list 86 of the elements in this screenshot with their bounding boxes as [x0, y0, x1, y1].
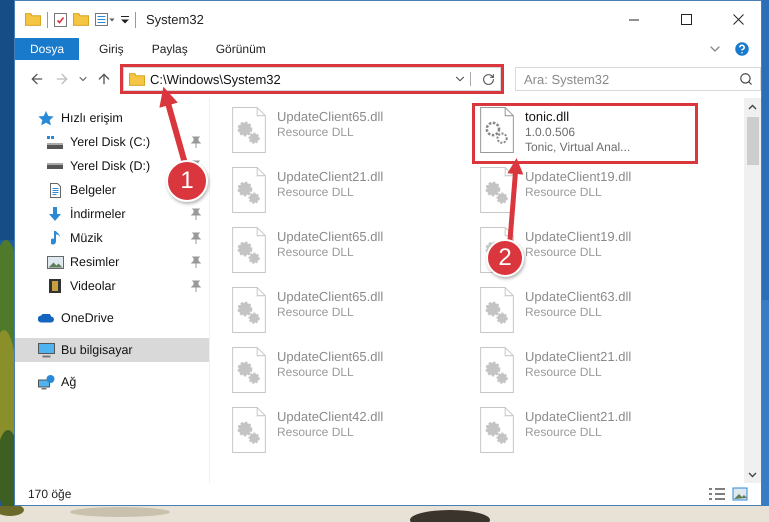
file-name: UpdateClient21.dll — [525, 409, 632, 424]
sidebar-item[interactable]: Resimler — [70, 255, 120, 269]
picture-icon — [46, 256, 64, 268]
file-detail: Resource DLL — [277, 365, 355, 379]
file-name: UpdateClient42.dll — [277, 409, 384, 424]
film-icon — [49, 279, 61, 293]
dll-file-icon — [480, 407, 514, 453]
file-name: UpdateClient65.dll — [277, 289, 384, 304]
dll-file-icon — [232, 347, 266, 393]
pin-icon — [191, 232, 201, 244]
sidebar-item[interactable]: İndirmeler — [70, 207, 126, 221]
sidebar-item[interactable]: Müzik — [70, 231, 103, 245]
star-icon — [38, 110, 54, 126]
dll-file-icon — [232, 107, 266, 153]
pin-icon — [191, 208, 201, 220]
dll-file-icon — [232, 287, 266, 333]
ribbon-tab[interactable]: Görünüm — [204, 38, 278, 60]
pin-icon — [191, 256, 201, 268]
ribbon-tab[interactable]: Dosya — [15, 38, 80, 60]
document-icon — [50, 182, 60, 198]
window-title: System32 — [146, 12, 205, 27]
file-name: UpdateClient65.dll — [277, 109, 384, 124]
scroll-up-icon[interactable] — [748, 104, 757, 110]
file-name: tonic.dll — [525, 109, 570, 124]
dll-file-icon — [480, 107, 514, 153]
sidebar-item[interactable]: Yerel Disk (C:) — [70, 135, 150, 149]
help-icon[interactable] — [733, 40, 751, 58]
minimize-icon — [629, 18, 639, 20]
ribbon-tab[interactable]: Paylaş — [140, 38, 200, 60]
file-detail: Resource DLL — [525, 185, 603, 199]
file-name: UpdateClient21.dll — [277, 169, 384, 184]
dll-file-icon — [232, 407, 266, 453]
drive-icon — [47, 163, 63, 169]
customize-arrow-icon[interactable] — [121, 16, 129, 24]
address-field[interactable]: C:\Windows\System32 — [123, 67, 501, 91]
file-detail: Resource DLL — [277, 125, 355, 139]
file-detail: Tonic, Virtual Anal... — [525, 140, 630, 154]
sidebar-item[interactable]: Belgeler — [70, 183, 116, 197]
search-field[interactable]: Ara: System32 — [515, 67, 761, 91]
sidebar-item[interactable]: OneDrive — [61, 311, 114, 325]
sidebar-item[interactable]: Hızlı erişim — [61, 111, 123, 125]
dll-file-icon — [232, 167, 266, 213]
file-name: UpdateClient19.dll — [525, 169, 632, 184]
dll-file-icon — [480, 167, 514, 213]
file-name: UpdateClient19.dll — [525, 229, 632, 244]
download-icon — [49, 207, 61, 221]
file-detail: 1.0.0.506 — [525, 125, 576, 139]
pin-icon — [191, 280, 201, 292]
refresh-icon — [482, 72, 494, 86]
close-icon — [732, 14, 744, 25]
dll-file-icon — [232, 227, 266, 273]
file-detail: Resource DLL — [525, 245, 603, 259]
computer-icon — [38, 342, 54, 358]
back-arrow-icon — [28, 71, 45, 87]
file-detail: Resource DLL — [525, 425, 603, 439]
file-name: UpdateClient65.dll — [277, 349, 384, 364]
maximize-icon — [680, 14, 692, 25]
forward-arrow-icon — [54, 71, 70, 87]
item-count: 170 öğe — [28, 487, 72, 501]
dll-file-icon — [480, 347, 514, 393]
file-name: UpdateClient63.dll — [525, 289, 632, 304]
dll-file-icon — [480, 287, 514, 333]
view-menu-icon[interactable] — [95, 13, 115, 26]
drive-icon — [47, 136, 63, 148]
scroll-thumb[interactable] — [746, 117, 758, 165]
ribbon-tab[interactable]: Giriş — [87, 38, 136, 60]
cloud-icon — [38, 314, 54, 322]
scrollbar[interactable] — [744, 98, 761, 483]
network-icon — [38, 374, 54, 390]
file-detail: Resource DLL — [277, 245, 355, 259]
file-detail: Resource DLL — [277, 425, 355, 439]
file-detail: Resource DLL — [277, 305, 355, 319]
file-detail: Resource DLL — [277, 185, 355, 199]
sidebar-item[interactable]: Videolar — [70, 279, 116, 293]
file-detail: Resource DLL — [525, 305, 603, 319]
music-note-icon — [50, 230, 60, 246]
search-icon — [739, 72, 753, 86]
properties-icon[interactable] — [54, 12, 67, 26]
file-name: UpdateClient21.dll — [525, 349, 632, 364]
sidebar-item[interactable]: Yerel Disk (D:) — [70, 159, 150, 173]
file-name: UpdateClient65.dll — [277, 229, 384, 244]
sidebar-item[interactable]: Ağ — [61, 375, 76, 389]
file-detail: Resource DLL — [525, 365, 603, 379]
scroll-down-icon[interactable] — [748, 472, 757, 478]
sidebar-item[interactable]: Bu bilgisayar — [15, 338, 209, 362]
pin-icon — [191, 136, 201, 148]
